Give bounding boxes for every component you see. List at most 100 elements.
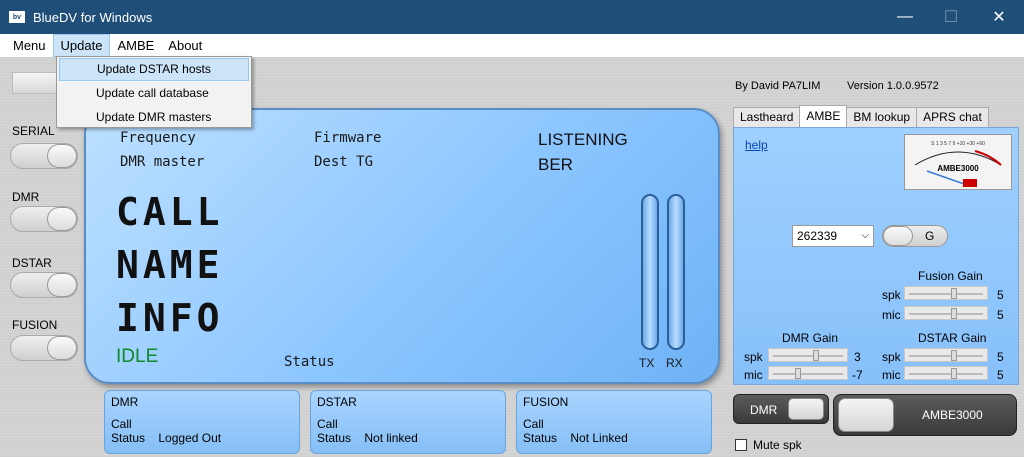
- fusion-box-status-label: Status: [523, 431, 558, 445]
- dmr-mic-slider-track: [773, 373, 843, 375]
- idle-status: IDLE: [116, 346, 159, 367]
- dstar-mic-slider-thumb[interactable]: [951, 368, 957, 379]
- tab-lastheard[interactable]: Lastheard: [733, 107, 801, 127]
- dstar-spk-label: spk: [882, 350, 901, 364]
- fusion-spk-value: 5: [997, 288, 1004, 302]
- version-label: Version 1.0.0.9572: [847, 80, 939, 92]
- dmr-spk-slider[interactable]: [768, 348, 848, 362]
- fusion-box-title: FUSION: [523, 395, 569, 409]
- update-call-database-item[interactable]: Update call database: [59, 82, 249, 105]
- dstar-mode-toggle[interactable]: [10, 272, 78, 298]
- dmr-enable-toggle[interactable]: DMR: [733, 394, 829, 424]
- mute-spk-checkbox[interactable]: [735, 439, 747, 451]
- signal-meter: AMBE3000 S 1 3 5 7 9 +10 +30 +60: [904, 134, 1012, 190]
- dstar-spk-slider-track: [909, 355, 983, 357]
- dmr-gain-title: DMR Gain: [782, 331, 839, 345]
- dstar-box-call: Call: [317, 417, 338, 431]
- dmr-spk-slider-track: [773, 355, 843, 357]
- connect-button[interactable]: [12, 72, 60, 94]
- maximize-button[interactable]: ☐: [928, 0, 974, 34]
- fusion-spk-slider[interactable]: [904, 286, 988, 300]
- dmr-box-status-label: Status: [111, 431, 146, 445]
- minimize-button[interactable]: —: [882, 0, 928, 34]
- call-display: CALL: [116, 190, 224, 234]
- tab-aprs-chat[interactable]: APRS chat: [916, 107, 989, 127]
- dmr-mode-toggle[interactable]: [10, 206, 78, 232]
- serial-toggle[interactable]: [10, 143, 78, 169]
- dest-tg-label: Dest TG: [314, 154, 374, 170]
- dmr-mic-slider-thumb[interactable]: [795, 368, 801, 379]
- update-dmr-masters-item[interactable]: Update DMR masters: [59, 106, 249, 129]
- fusion-spk-slider-thumb[interactable]: [951, 288, 957, 299]
- fusion-toggle-knob: [47, 336, 77, 360]
- frequency-label: Frequency: [120, 130, 196, 146]
- menu-ambe[interactable]: AMBE: [110, 34, 161, 57]
- update-dstar-hosts-item[interactable]: Update DSTAR hosts: [59, 58, 249, 81]
- close-button[interactable]: ✕: [976, 0, 1022, 34]
- fusion-mic-label: mic: [882, 308, 901, 322]
- serial-toggle-knob: [47, 144, 77, 168]
- dstar-gain-title: DSTAR Gain: [918, 331, 987, 345]
- g-toggle[interactable]: G: [882, 225, 948, 247]
- dstar-mic-label: mic: [882, 368, 901, 382]
- dmr-toggle-knob: [47, 207, 77, 231]
- serial-label: SERIAL: [12, 124, 55, 138]
- meter-scale: S 1 3 5 7 9 +10 +30 +60: [931, 141, 985, 147]
- g-toggle-label: G: [925, 229, 935, 243]
- chevron-down-icon: ⌵: [861, 230, 869, 241]
- ambe3000-label: AMBE3000: [922, 408, 983, 422]
- fusion-label: FUSION: [12, 318, 58, 332]
- ambe3000-toggle[interactable]: AMBE3000: [833, 394, 1017, 436]
- ambe-panel: help AMBE3000 S 1 3 5 7 9 +10 +30 +60 26…: [733, 127, 1019, 385]
- fusion-gain-title: Fusion Gain: [918, 269, 983, 283]
- dstar-spk-slider[interactable]: [904, 348, 988, 362]
- fusion-box-status-value: Not Linked: [570, 431, 628, 445]
- dmr-info-box: DMR Call Status Logged Out: [104, 390, 300, 454]
- talkgroup-select[interactable]: 262339 ⌵: [792, 225, 874, 247]
- dstar-toggle-knob: [47, 273, 77, 297]
- window-title: BlueDV for Windows: [33, 9, 153, 25]
- dstar-spk-slider-thumb[interactable]: [951, 350, 957, 361]
- rx-label: RX: [666, 356, 683, 370]
- meter-label: AMBE3000: [937, 164, 979, 173]
- tab-bm-lookup[interactable]: BM lookup: [846, 107, 918, 127]
- fusion-mic-slider-thumb[interactable]: [951, 308, 957, 319]
- tx-label: TX: [639, 356, 655, 370]
- fusion-mode-toggle[interactable]: [10, 335, 78, 361]
- mute-spk-option[interactable]: Mute spk: [735, 438, 802, 452]
- dstar-mic-slider[interactable]: [904, 366, 988, 380]
- status-label: Status: [284, 354, 335, 370]
- rx-meter: [667, 194, 685, 350]
- dmr-box-status-value: Logged Out: [158, 431, 222, 445]
- ambe3000-knob: [838, 398, 894, 432]
- fusion-box-call: Call: [523, 417, 544, 431]
- dstar-spk-value: 5: [997, 350, 1004, 364]
- right-tabs: Lastheard AMBE BM lookup APRS chat: [733, 105, 989, 127]
- dstar-box-title: DSTAR: [317, 395, 357, 409]
- mute-spk-label: Mute spk: [753, 438, 802, 452]
- dmr-mic-value: -7: [852, 368, 863, 382]
- menu-menu[interactable]: Menu: [6, 34, 53, 57]
- menu-update[interactable]: Update: [52, 34, 111, 57]
- help-link[interactable]: help: [745, 138, 768, 152]
- fusion-mic-slider-track: [909, 313, 983, 315]
- dmr-enable-label: DMR: [750, 403, 778, 417]
- dmr-spk-slider-thumb[interactable]: [813, 350, 819, 361]
- talkgroup-select-value: 262339: [797, 229, 838, 243]
- dstar-label: DSTAR: [12, 256, 52, 270]
- fusion-info-box: FUSION Call Status Not Linked: [516, 390, 712, 454]
- name-display: NAME: [116, 243, 224, 287]
- dmr-mic-slider[interactable]: [768, 366, 848, 380]
- g-toggle-knob: [883, 226, 913, 246]
- dstar-mic-slider-track: [909, 373, 983, 375]
- dmr-spk-label: spk: [744, 350, 763, 364]
- ber-label: BER: [538, 155, 573, 174]
- dmr-mic-label: mic: [744, 368, 763, 382]
- listening-status: LISTENING: [538, 130, 628, 149]
- fusion-spk-slider-track: [909, 293, 983, 295]
- dmr-enable-knob: [788, 398, 824, 420]
- fusion-mic-slider[interactable]: [904, 306, 988, 320]
- tab-ambe[interactable]: AMBE: [799, 105, 848, 127]
- menu-about[interactable]: About: [161, 34, 209, 57]
- dmr-box-title: DMR: [111, 395, 139, 409]
